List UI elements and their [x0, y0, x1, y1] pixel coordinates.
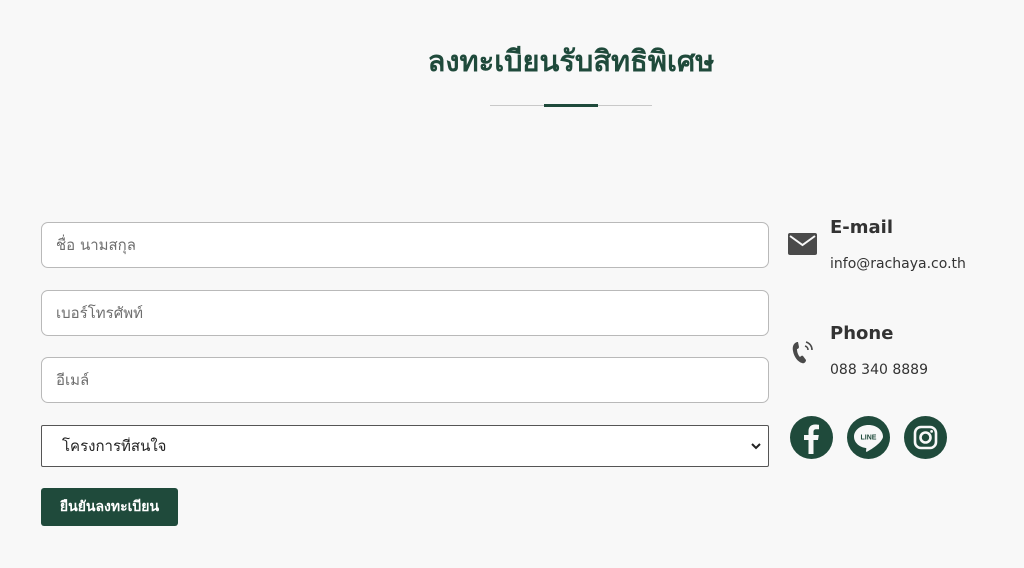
facebook-icon: [804, 424, 819, 454]
email-input[interactable]: [41, 357, 769, 403]
line-link[interactable]: LINE: [847, 416, 890, 459]
phone-input[interactable]: [41, 290, 769, 336]
phone-value: 088 340 8889: [830, 362, 928, 378]
email-label: E-mail: [830, 217, 894, 238]
svg-text:LINE: LINE: [861, 435, 877, 442]
email-value: info@rachaya.co.th: [830, 256, 966, 272]
page: ลงทะเบียนรับสิทธิพิเศษ โครงการที่สนใจ ยื…: [0, 0, 1024, 568]
instagram-link[interactable]: [904, 416, 947, 459]
phone-icon: [792, 341, 813, 364]
name-input[interactable]: [41, 222, 769, 268]
line-icon: LINE: [854, 425, 883, 452]
submit-button[interactable]: ยืนยันลงทะเบียน: [41, 488, 178, 526]
phone-label: Phone: [830, 323, 894, 344]
facebook-link[interactable]: [790, 416, 833, 459]
mail-icon: [788, 233, 817, 255]
project-select-wrapper: โครงการที่สนใจ: [41, 425, 769, 467]
title-divider-accent: [544, 104, 598, 107]
page-title: ลงทะเบียนรับสิทธิพิเศษ: [427, 44, 715, 78]
project-select[interactable]: โครงการที่สนใจ: [42, 426, 768, 466]
title-divider: [490, 104, 652, 107]
instagram-icon: [913, 425, 938, 450]
